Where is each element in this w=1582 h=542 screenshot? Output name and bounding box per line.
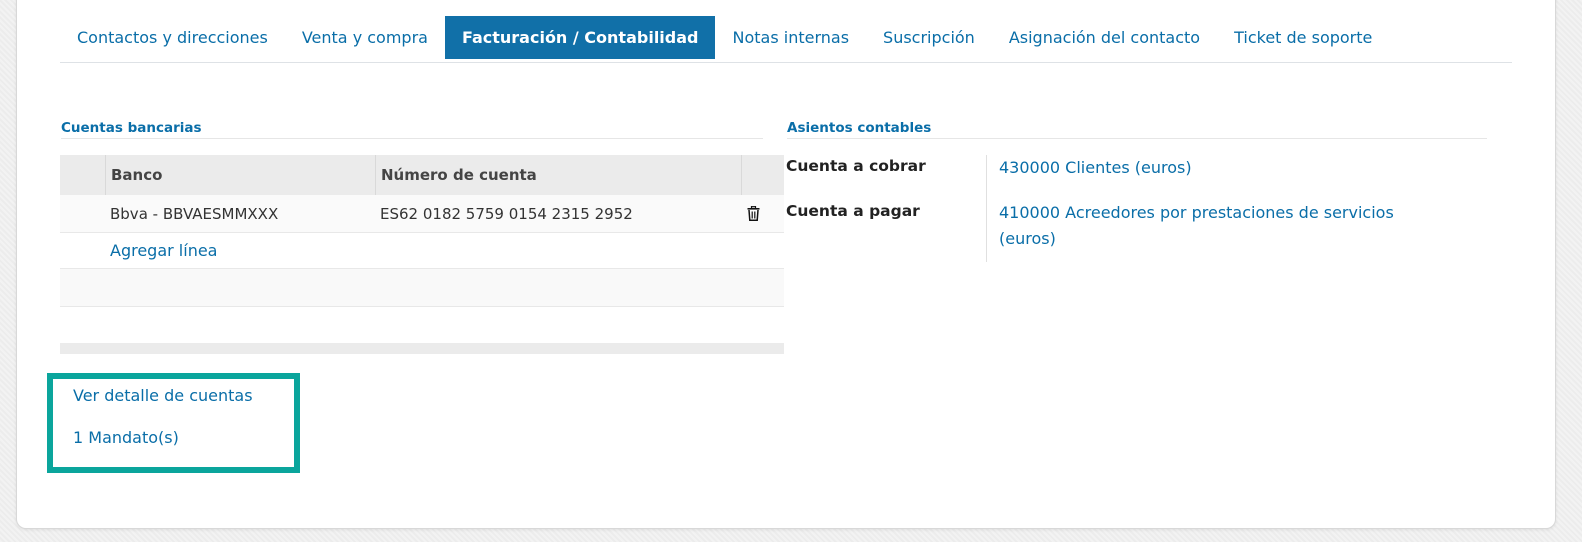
tab-sales-purchase[interactable]: Venta y compra [285, 16, 445, 59]
trash-icon[interactable] [742, 206, 764, 221]
add-line-row: Agregar línea [60, 233, 784, 269]
add-line-link[interactable]: Agregar línea [110, 241, 217, 260]
mandates-link[interactable]: 1 Mandato(s) [73, 428, 179, 447]
payable-account-link[interactable]: 410000 Acreedores por prestaciones de se… [987, 200, 1427, 262]
column-header-account-number[interactable]: Número de cuenta [376, 155, 742, 195]
highlight-box: Ver detalle de cuentas 1 Mandato(s) [47, 373, 300, 473]
accounting-fields: Cuenta a cobrar 430000 Clientes (euros) … [786, 155, 1486, 262]
payable-label: Cuenta a pagar [786, 200, 987, 262]
receivable-label: Cuenta a cobrar [786, 155, 987, 200]
account-number-cell[interactable]: ES62 0182 5759 0154 2315 2952 [380, 205, 742, 223]
tab-invoicing-accounting[interactable]: Facturación / Contabilidad [444, 16, 716, 59]
tab-support-ticket[interactable]: Ticket de soporte [1217, 16, 1389, 59]
payable-row: Cuenta a pagar 410000 Acreedores por pre… [786, 200, 1486, 262]
table-header: Banco Número de cuenta [60, 155, 784, 195]
column-header-bank[interactable]: Banco [106, 155, 376, 195]
handle-column-header [60, 155, 106, 195]
empty-row [60, 269, 784, 307]
tab-contact-assignment[interactable]: Asignación del contacto [992, 16, 1217, 59]
notebook-tabs: Contactos y direcciones Venta y compra F… [60, 16, 1512, 63]
bank-accounts-table: Banco Número de cuenta Bbva - BBVAESMMXX… [60, 155, 784, 307]
bank-cell[interactable]: Bbva - BBVAESMMXXX [110, 205, 380, 223]
horizontal-scrollbar[interactable] [60, 343, 784, 354]
table-row[interactable]: Bbva - BBVAESMMXXX ES62 0182 5759 0154 2… [60, 195, 784, 233]
tab-contacts-addresses[interactable]: Contactos y direcciones [60, 16, 285, 59]
tab-internal-notes[interactable]: Notas internas [715, 16, 866, 59]
accounting-entries-title: Asientos contables [787, 120, 1487, 139]
receivable-account-link[interactable]: 430000 Clientes (euros) [987, 155, 1192, 200]
tab-subscription[interactable]: Suscripción [866, 16, 992, 59]
bank-accounts-title: Cuentas bancarias [61, 120, 763, 139]
account-details-link[interactable]: Ver detalle de cuentas [73, 386, 253, 405]
receivable-row: Cuenta a cobrar 430000 Clientes (euros) [786, 155, 1486, 200]
